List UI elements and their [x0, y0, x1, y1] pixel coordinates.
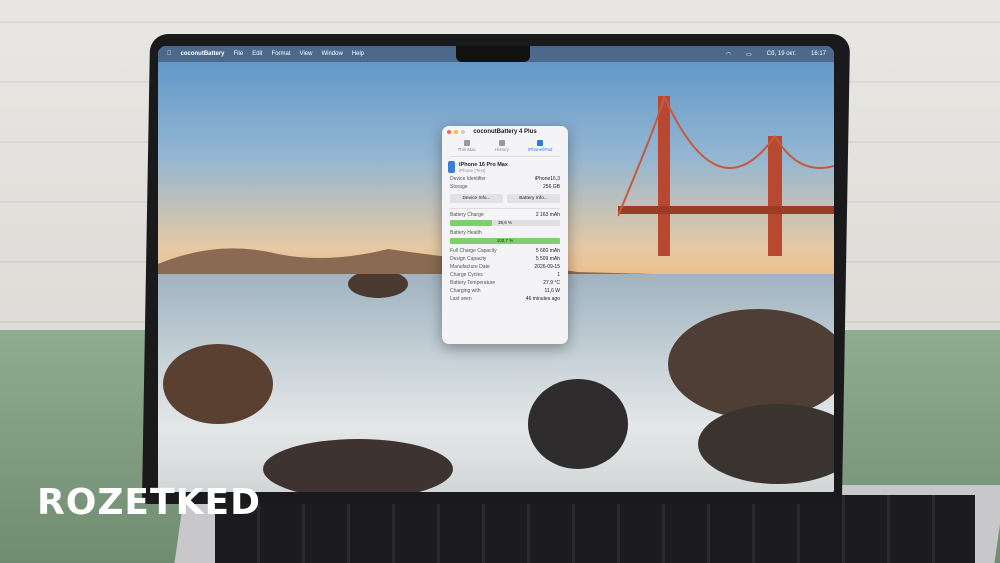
row-label: Last seen: [450, 296, 472, 302]
row-label: Design Capacity: [450, 256, 487, 262]
laptop-icon: [463, 140, 470, 146]
storage-row: Storage 256 GB: [442, 183, 568, 191]
tab-label: History: [494, 147, 509, 152]
row-label: Device Identifier: [450, 176, 486, 182]
tab-label: This Mac: [457, 147, 476, 152]
row-label: Battery Health: [450, 230, 482, 236]
row-value: 256 GB: [543, 184, 560, 190]
battery-details: Full Charge Capacity 5 660 mAh Design Capa…: [442, 247, 568, 303]
row-label: Charge Cycles: [450, 272, 483, 278]
row-value: 5 660 mAh: [535, 248, 560, 254]
apple-icon[interactable]: : [167, 51, 172, 57]
iphone-icon: [448, 161, 455, 173]
divider: [450, 156, 560, 157]
device-info-button[interactable]: Device Info...: [450, 194, 503, 203]
tab-history[interactable]: History: [495, 140, 509, 152]
menu-app-name[interactable]: coconutBattery: [181, 51, 225, 57]
menu-edit[interactable]: Edit: [252, 51, 262, 57]
detail-row: Charge Cycles 1: [442, 271, 568, 279]
menu-view[interactable]: View: [300, 51, 313, 57]
health-row: Battery Health: [442, 229, 568, 237]
row-value: 2 163 mAh: [535, 212, 560, 218]
detail-row: Full Charge Capacity 5 660 mAh: [442, 247, 568, 255]
wifi-icon[interactable]: ◠: [726, 51, 731, 58]
battery-info-button[interactable]: Battery Info...: [507, 194, 560, 203]
wallpaper-bridge: [618, 96, 834, 256]
row-value: 27,9 °C: [543, 280, 560, 286]
identifier-row: Device Identifier iPhone16,3: [442, 175, 568, 183]
row-value: 46 minutes ago: [525, 296, 560, 302]
detail-row: Manufacture Date 2026-09-15: [442, 263, 568, 271]
battery-icon[interactable]: ▭: [746, 51, 752, 58]
laptop-screen:  coconutBattery File Edit Format View W…: [158, 46, 834, 492]
row-label: Full Charge Capacity: [450, 248, 497, 254]
row-value: 1: [557, 272, 560, 278]
device-header: iPhone 16 Pro Max iPhone (Test): [448, 161, 562, 173]
charge-bar: 38,6 %: [450, 220, 560, 226]
detail-row: Battery Temperature 27,9 °C: [442, 279, 568, 287]
device-name: iPhone 16 Pro Max: [459, 161, 508, 168]
camera-notch: [456, 46, 530, 62]
charge-bar-label: 38,6 %: [497, 220, 512, 225]
divider: [450, 208, 560, 209]
menu-help[interactable]: Help: [352, 51, 364, 57]
row-value: 5 509 mAh: [535, 256, 560, 262]
menu-time[interactable]: 16:17: [811, 51, 826, 57]
detail-row: Charging with 11,6 W: [442, 287, 568, 295]
row-label: Battery Charge: [450, 212, 484, 218]
menu-format[interactable]: Format: [272, 51, 291, 57]
health-bar: 102,7 %: [450, 238, 560, 244]
detail-row: Design Capacity 5 509 mAh: [442, 255, 568, 263]
tab-iphone-ipad[interactable]: iPhone/iPad: [528, 140, 552, 152]
minimize-button[interactable]: [454, 130, 458, 134]
history-icon: [498, 140, 505, 146]
row-label: Battery Temperature: [450, 280, 496, 286]
menu-file[interactable]: File: [234, 51, 244, 57]
tab-this-mac[interactable]: This Mac: [458, 140, 476, 152]
row-label: Storage: [450, 184, 468, 190]
zoom-button[interactable]: [461, 130, 465, 134]
device-subtitle: iPhone (Test): [459, 167, 486, 173]
tab-bar: This Mac History iPhone/iPad: [442, 138, 568, 154]
rozetked-watermark: ROZETKED: [37, 482, 261, 523]
close-button[interactable]: [447, 130, 451, 134]
coconutbattery-window: coconutBattery 4 Plus This Mac History i…: [442, 126, 568, 344]
row-label: Manufacture Date: [450, 264, 490, 270]
keyboard: [215, 495, 975, 563]
charge-row: Battery Charge 2 163 mAh: [442, 211, 568, 219]
row-value: iPhone16,3: [534, 176, 560, 182]
title-bar: coconutBattery 4 Plus: [442, 126, 568, 138]
phone-icon: [537, 140, 544, 146]
row-label: Charging with: [450, 288, 481, 294]
info-buttons: Device Info... Battery Info...: [442, 191, 568, 206]
health-bar-label: 102,7 %: [496, 238, 514, 243]
row-value: 2026-09-15: [534, 264, 560, 270]
detail-row: Last seen 46 minutes ago: [442, 295, 568, 303]
menu-date[interactable]: Сб, 19 окт.: [767, 51, 796, 57]
tab-label: iPhone/iPad: [528, 147, 553, 152]
menu-window[interactable]: Window: [321, 51, 342, 57]
row-value: 11,6 W: [544, 288, 560, 294]
